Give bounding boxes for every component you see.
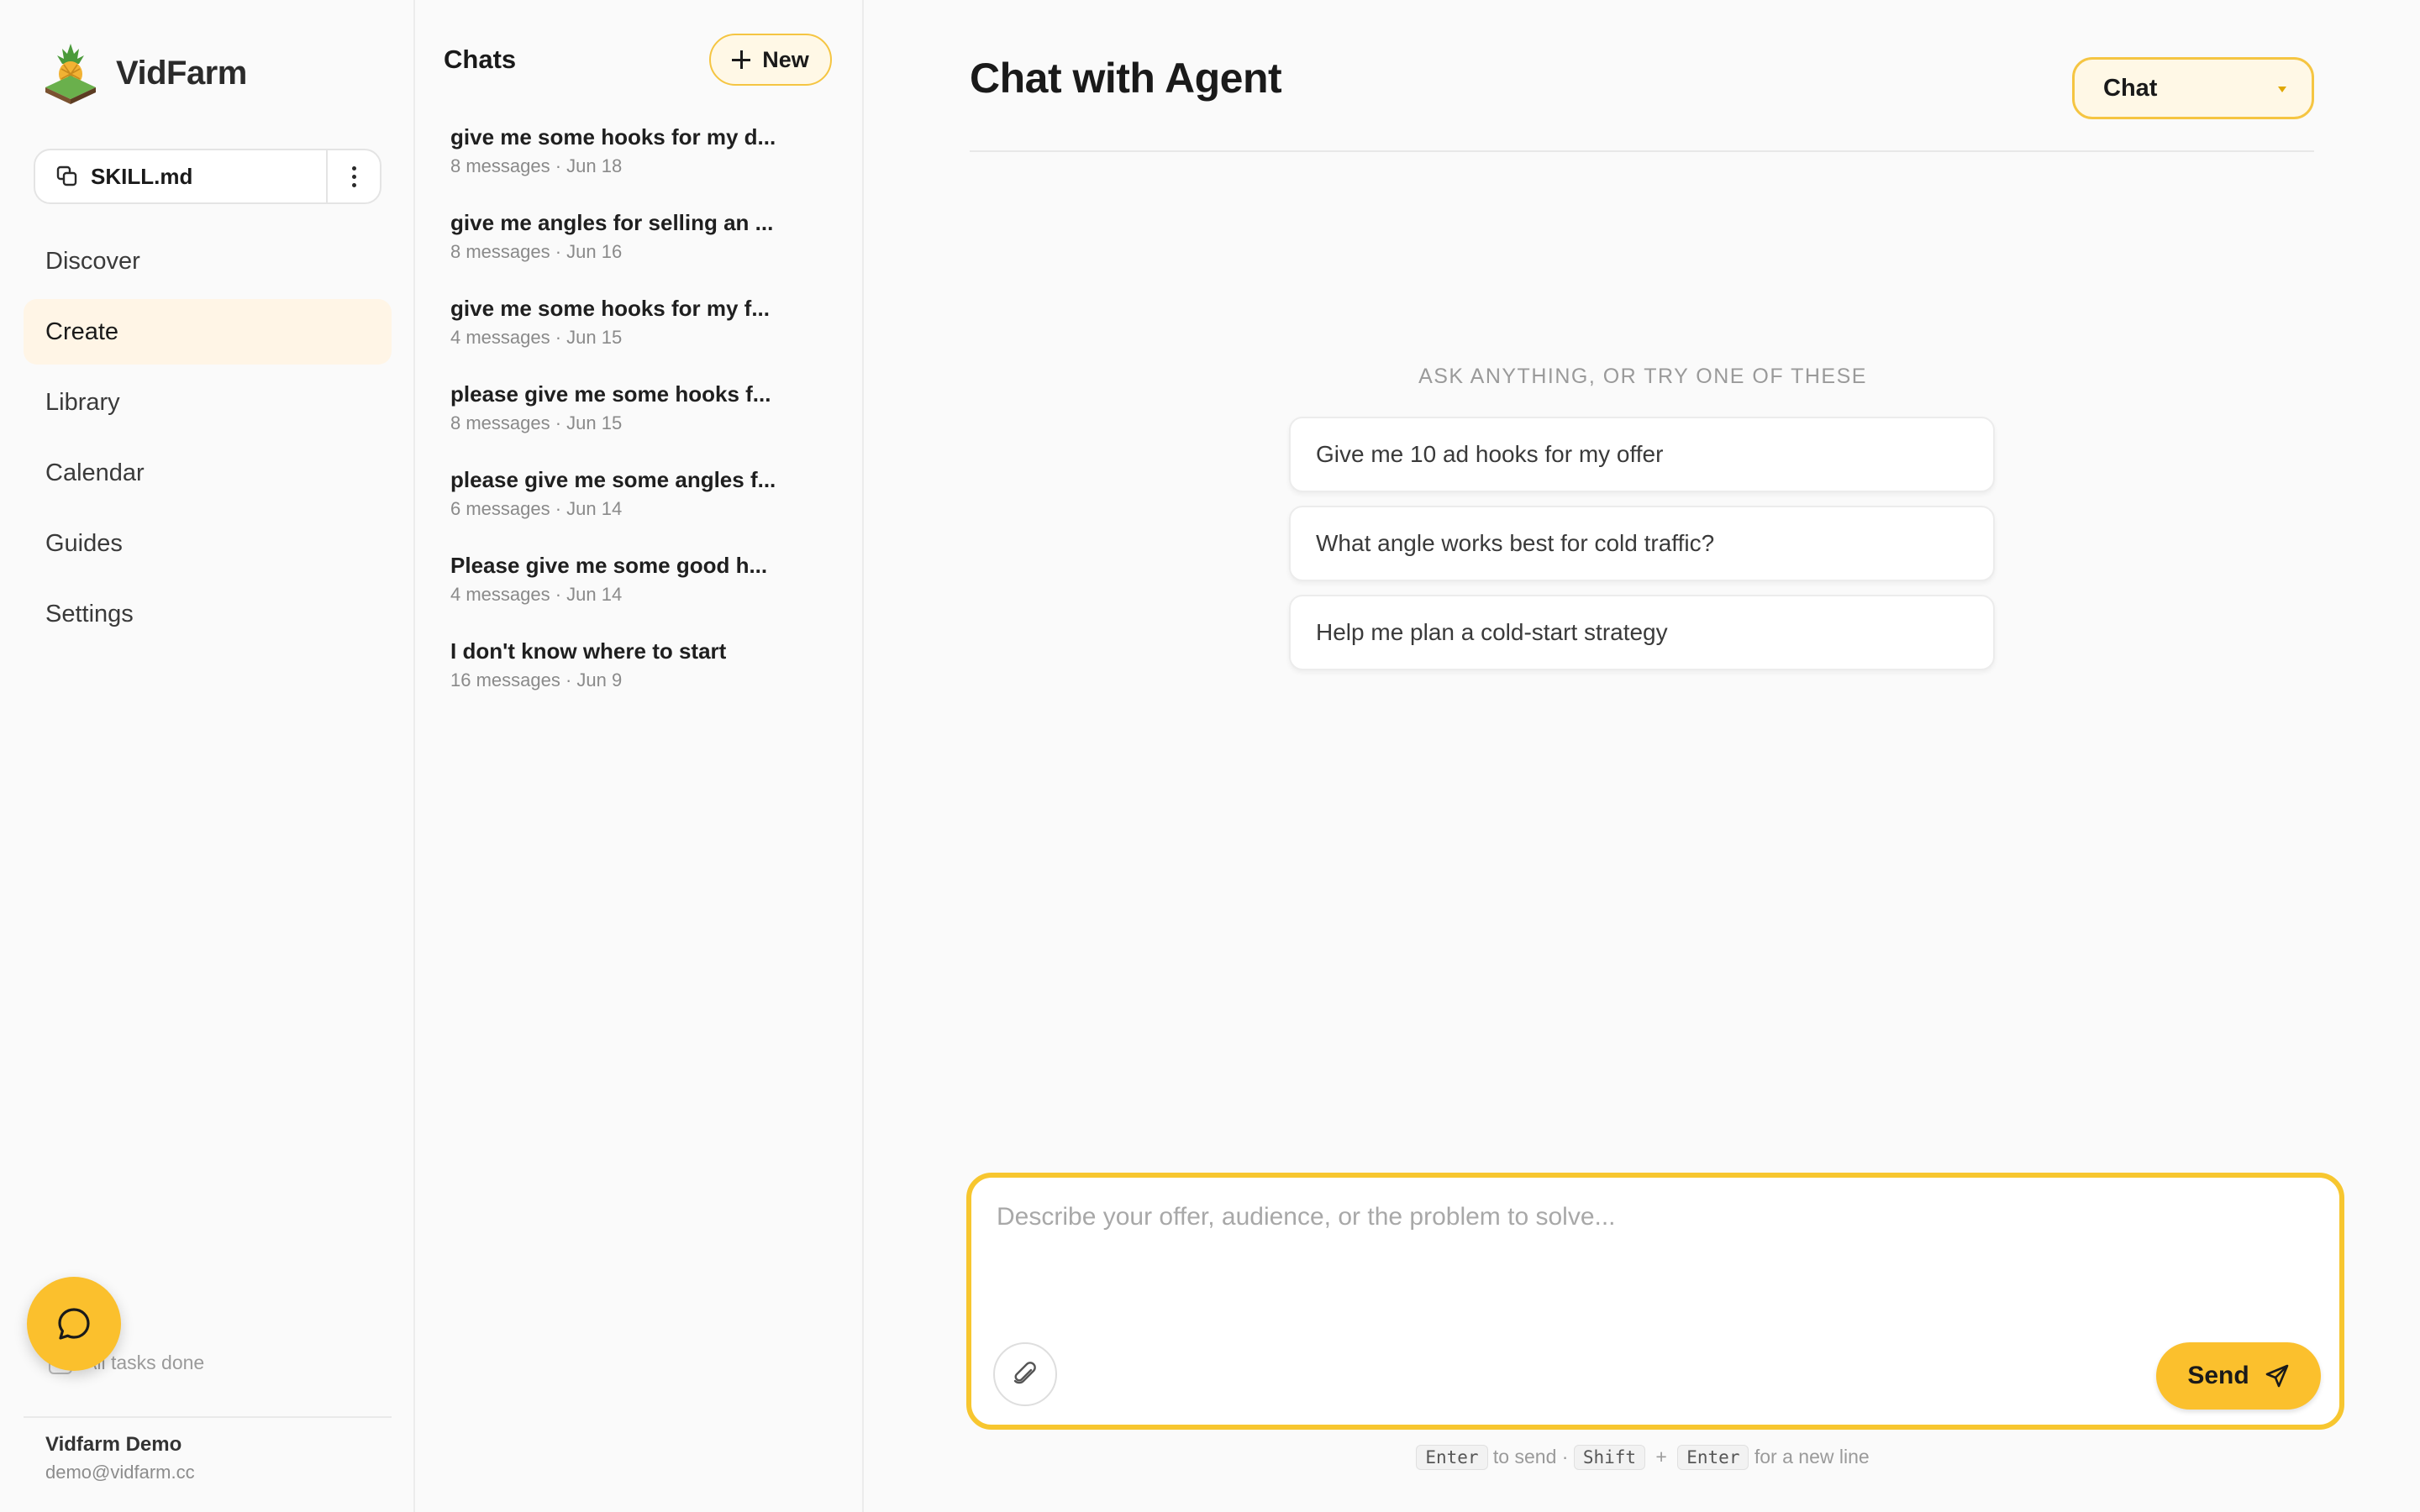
- chat-list-item[interactable]: I don't know where to start 16 messages …: [450, 638, 837, 724]
- chat-item-meta: 8 messages · Jun 15: [450, 412, 623, 433]
- chat-list-item[interactable]: give me some hooks for my f... 4 message…: [450, 296, 837, 381]
- nav-item-label: Create: [45, 318, 119, 345]
- suggestion-card[interactable]: Help me plan a cold-start strategy: [1289, 595, 1995, 670]
- chat-item-meta: 4 messages · Jun 15: [450, 327, 623, 348]
- nav-item-library[interactable]: Library: [24, 370, 392, 435]
- chat-item-meta: 16 messages · Jun 9: [450, 669, 623, 690]
- nav-item-settings[interactable]: Settings: [24, 581, 392, 647]
- skill-file-control: SKILL.md: [34, 149, 381, 204]
- attach-button[interactable]: [993, 1342, 1057, 1406]
- send-arrow-icon: [2265, 1364, 2288, 1388]
- suggestion-list: Give me 10 ad hooks for my offer What an…: [1289, 417, 1995, 684]
- sidebar: VidFarm SKILL.md Discover Create Library…: [0, 0, 415, 1512]
- user-email: demo@vidfarm.cc: [45, 1462, 195, 1483]
- chat-list-item[interactable]: please give me some angles f... 6 messag…: [450, 467, 837, 553]
- suggestion-card[interactable]: Give me 10 ad hooks for my offer: [1289, 417, 1995, 492]
- nav-item-label: Discover: [45, 247, 140, 275]
- hint-newline-text: for a new line: [1754, 1446, 1870, 1467]
- new-chat-button[interactable]: New: [709, 34, 832, 86]
- brand-logo[interactable]: VidFarm: [42, 42, 247, 104]
- new-chat-label: New: [762, 46, 809, 72]
- hint-send-text: to send ·: [1492, 1446, 1569, 1467]
- chat-item-title: please give me some hooks f...: [450, 381, 771, 407]
- chat-item-meta: 8 messages · Jun 16: [450, 241, 623, 262]
- chat-list-item[interactable]: give me some hooks for my d... 8 message…: [450, 124, 837, 210]
- chat-item-meta: 6 messages · Jun 14: [450, 498, 623, 519]
- nav-item-guides[interactable]: Guides: [24, 511, 392, 576]
- chat-list-item[interactable]: Please give me some good h... 4 messages…: [450, 553, 837, 638]
- chat-fab-button[interactable]: [27, 1277, 121, 1371]
- send-label: Send: [2187, 1362, 2249, 1389]
- chat-list: give me some hooks for my d... 8 message…: [450, 124, 837, 724]
- nav-item-discover[interactable]: Discover: [24, 228, 392, 294]
- nav-item-label: Guides: [45, 529, 123, 557]
- hint-plus: +: [1655, 1446, 1667, 1467]
- chats-title: Chats: [444, 45, 517, 74]
- paperclip-icon: [1013, 1362, 1036, 1384]
- header-divider: [970, 150, 2314, 152]
- brand-name: VidFarm: [116, 54, 247, 92]
- skill-file-button[interactable]: SKILL.md: [35, 150, 326, 202]
- page-title: Chat with Agent: [970, 55, 1282, 102]
- main-nav: Discover Create Library Calendar Guides …: [24, 228, 392, 652]
- mode-select-value: Chat: [2103, 74, 2158, 102]
- user-name: Vidfarm Demo: [45, 1433, 182, 1456]
- chat-item-meta: 8 messages · Jun 18: [450, 155, 623, 176]
- kbd-shift: Shift: [1573, 1445, 1646, 1470]
- mode-select[interactable]: Chat: [2072, 57, 2314, 119]
- chat-item-title: give me angles for selling an ...: [450, 210, 774, 235]
- pineapple-logo-icon: [45, 44, 96, 104]
- skill-menu-button[interactable]: [326, 150, 380, 202]
- chat-item-title: give me some hooks for my f...: [450, 296, 770, 321]
- message-composer: Send: [966, 1173, 2344, 1430]
- kbd-enter: Enter: [1416, 1445, 1488, 1470]
- nav-item-label: Calendar: [45, 459, 145, 486]
- kebab-menu-icon: [351, 165, 356, 187]
- suggestion-card[interactable]: What angle works best for cold traffic?: [1289, 506, 1995, 581]
- chat-item-title: I don't know where to start: [450, 638, 727, 664]
- nav-item-label: Library: [45, 388, 120, 416]
- kbd-enter: Enter: [1677, 1445, 1749, 1470]
- chevron-down-icon: [2278, 87, 2286, 92]
- nav-item-label: Settings: [45, 600, 134, 627]
- chat-list-item[interactable]: please give me some hooks f... 8 message…: [450, 381, 837, 467]
- send-button[interactable]: Send: [2156, 1342, 2321, 1410]
- chat-bubble-icon: [58, 1308, 90, 1340]
- chats-panel: Chats New give me some hooks for my d...…: [417, 0, 864, 1512]
- plus-icon: [732, 50, 751, 69]
- chat-item-title: give me some hooks for my d...: [450, 124, 776, 150]
- copy-icon: [56, 165, 77, 186]
- skill-file-label: SKILL.md: [91, 163, 193, 189]
- nav-item-calendar[interactable]: Calendar: [24, 440, 392, 506]
- message-input[interactable]: [997, 1203, 2307, 1329]
- chat-item-title: Please give me some good h...: [450, 553, 768, 578]
- user-account[interactable]: Vidfarm Demo demo@vidfarm.cc: [24, 1416, 392, 1483]
- nav-item-create[interactable]: Create: [24, 299, 392, 365]
- chat-list-item[interactable]: give me angles for selling an ... 8 mess…: [450, 210, 837, 296]
- chat-main: Chat with Agent Chat ASK ANYTHING, OR TR…: [865, 0, 2420, 1512]
- keyboard-hint: Enter to send · Shift + Enter for a new …: [865, 1445, 2420, 1470]
- suggestions-heading: ASK ANYTHING, OR TRY ONE OF THESE: [1418, 365, 1867, 388]
- chat-item-title: please give me some angles f...: [450, 467, 776, 492]
- chat-item-meta: 4 messages · Jun 14: [450, 584, 623, 605]
